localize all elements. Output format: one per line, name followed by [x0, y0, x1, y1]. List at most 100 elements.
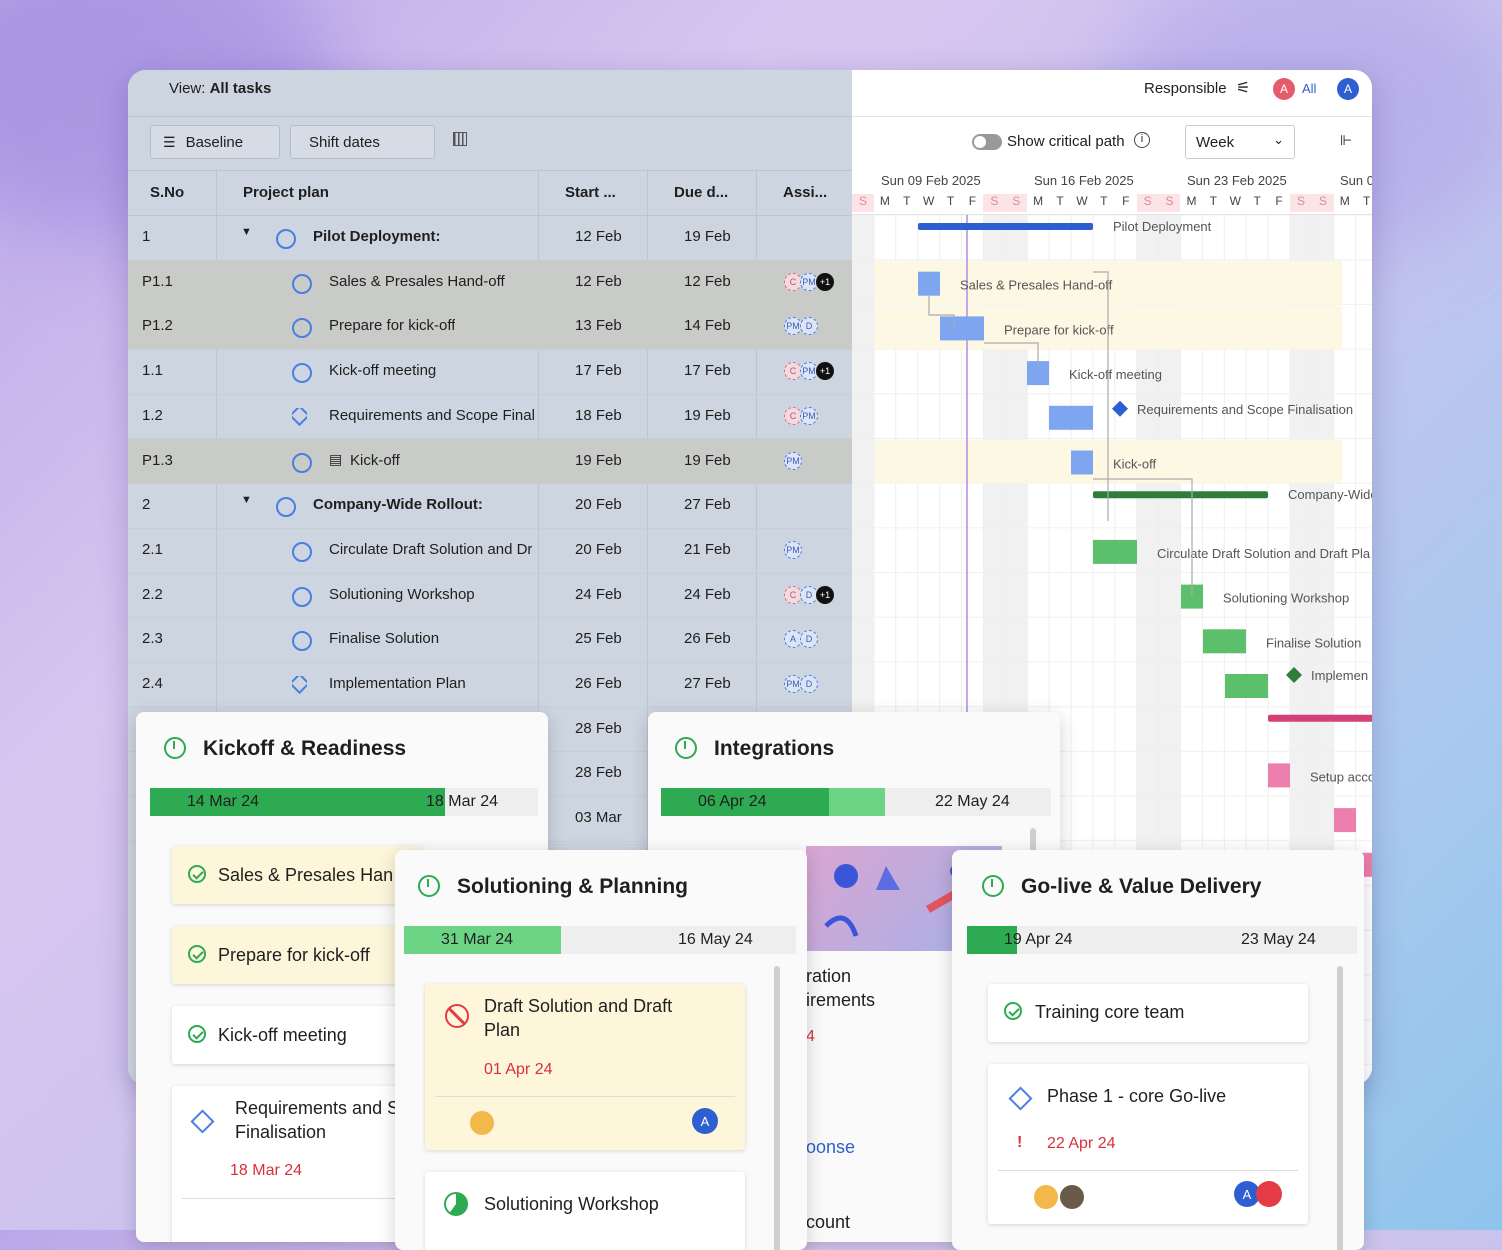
assignee-avatar[interactable]: +1: [816, 585, 834, 604]
row-name[interactable]: Kick-off: [350, 452, 400, 469]
row-start[interactable]: 19 Feb: [575, 452, 622, 469]
task-card[interactable]: Training core team: [988, 984, 1308, 1042]
assignee-avatar[interactable]: D: [800, 675, 818, 693]
task-bar[interactable]: [1203, 629, 1246, 654]
task-card[interactable]: Prepare for kick-off: [172, 926, 422, 984]
info-icon[interactable]: i: [1134, 132, 1150, 148]
row-start[interactable]: 28 Feb: [575, 720, 622, 737]
status-circle-icon[interactable]: [292, 273, 312, 295]
row-due[interactable]: 19 Feb: [684, 228, 731, 245]
shift-dates-button[interactable]: Shift dates: [290, 125, 435, 159]
milestone-icon[interactable]: [292, 407, 307, 426]
assignee-avatar[interactable]: D: [800, 630, 818, 649]
row-start[interactable]: 03 Mar: [575, 809, 622, 826]
row-start[interactable]: 13 Feb: [575, 317, 622, 334]
row-name[interactable]: Requirements and Scope Final: [329, 407, 535, 424]
row-due[interactable]: 27 Feb: [684, 496, 731, 513]
table-row[interactable]: 1.1 Kick-off meeting 17 Feb 17 Feb C PM +1: [128, 349, 852, 395]
task-bar[interactable]: [1334, 808, 1356, 833]
row-start[interactable]: 18 Feb: [575, 407, 622, 424]
row-start[interactable]: 17 Feb: [575, 362, 622, 379]
col-start[interactable]: Start ...: [565, 184, 616, 201]
task-bar[interactable]: [1071, 450, 1093, 475]
assignee-avatar[interactable]: D: [800, 317, 818, 336]
view-selector[interactable]: View: All tasks: [169, 80, 271, 97]
filter-sliders-icon[interactable]: ⚟: [1236, 78, 1250, 98]
assignee-avatar[interactable]: PM: [784, 451, 802, 470]
table-row[interactable]: P1.1 Sales & Presales Hand-off 12 Feb 12 Fe…: [128, 259, 852, 306]
row-due[interactable]: 26 Feb: [684, 630, 731, 647]
assignee-avatar[interactable]: PM: [800, 406, 818, 425]
table-row[interactable]: 2 ▼ Company-Wide Rollout: 20 Feb 27 Feb: [128, 483, 852, 529]
row-due[interactable]: 21 Feb: [684, 541, 731, 558]
table-row[interactable]: P1.2 Prepare for kick-off 13 Feb 14 Feb PM D: [128, 304, 852, 351]
row-name[interactable]: Implementation Plan: [329, 675, 466, 692]
task-card[interactable]: Solutioning Workshop: [425, 1172, 745, 1250]
collapse-icon[interactable]: ⊩: [1340, 132, 1352, 149]
status-circle-icon[interactable]: [292, 363, 312, 384]
responsible-filter[interactable]: Responsible: [1144, 80, 1227, 97]
row-due[interactable]: 12 Feb: [684, 273, 731, 290]
col-sno[interactable]: S.No: [150, 184, 184, 201]
table-row[interactable]: 2.1 Circulate Draft Solution and Dr 20 Feb…: [128, 528, 852, 574]
task-card[interactable]: Kick-off meeting: [172, 1006, 422, 1064]
col-assignee[interactable]: Assi...: [783, 184, 827, 201]
critical-path-toggle[interactable]: [972, 134, 1002, 150]
task-bar[interactable]: [1225, 674, 1268, 698]
row-start[interactable]: 12 Feb: [575, 228, 622, 245]
row-start[interactable]: 26 Feb: [575, 675, 622, 692]
table-row[interactable]: P1.3 ▤ Kick-off 19 Feb 19 Feb PM: [128, 438, 852, 485]
row-due[interactable]: 19 Feb: [684, 452, 731, 469]
row-due[interactable]: 17 Feb: [684, 362, 731, 379]
table-row[interactable]: 1.2 Requirements and Scope Final 18 Feb 19 …: [128, 394, 852, 440]
status-circle-icon[interactable]: [292, 586, 312, 608]
summary-bar[interactable]: [918, 223, 1093, 230]
row-name[interactable]: Finalise Solution: [329, 630, 439, 647]
task-card[interactable]: Requirements and S Finalisation 18 Mar 2…: [172, 1086, 422, 1242]
table-row[interactable]: 1 ▼ Pilot Deployment: 12 Feb 19 Feb: [128, 215, 852, 261]
row-due[interactable]: 27 Feb: [684, 675, 731, 692]
scrollbar[interactable]: [774, 966, 780, 1250]
row-start[interactable]: 24 Feb: [575, 586, 622, 603]
row-name[interactable]: Circulate Draft Solution and Dr: [329, 541, 532, 558]
row-due[interactable]: 14 Feb: [684, 317, 731, 334]
col-plan[interactable]: Project plan: [243, 184, 329, 201]
task-bar[interactable]: [940, 316, 984, 341]
task-bar[interactable]: [1093, 539, 1137, 564]
task-bar[interactable]: [1049, 405, 1093, 430]
status-circle-icon[interactable]: [276, 229, 296, 250]
assignee-avatar[interactable]: +1: [816, 272, 834, 291]
summary-bar[interactable]: [1268, 714, 1372, 722]
row-name[interactable]: Solutioning Workshop: [329, 586, 475, 603]
collapse-arrow-icon[interactable]: ▼: [241, 226, 252, 238]
all-filter[interactable]: All: [1302, 81, 1316, 96]
row-start[interactable]: 25 Feb: [575, 630, 622, 647]
task-bar[interactable]: [1268, 763, 1290, 788]
scale-select[interactable]: Week ⌄: [1185, 125, 1295, 159]
columns-icon[interactable]: [453, 132, 467, 146]
status-circle-icon[interactable]: [276, 497, 296, 518]
task-card[interactable]: Sales & Presales Han: [172, 846, 422, 904]
task-card[interactable]: Phase 1 - core Go-live ! 22 Apr 24 A: [988, 1064, 1308, 1224]
baseline-button[interactable]: ☰ Baseline: [150, 125, 280, 159]
collapse-arrow-icon[interactable]: ▼: [241, 494, 252, 506]
col-due[interactable]: Due d...: [674, 184, 728, 201]
row-start[interactable]: 28 Feb: [575, 764, 622, 781]
assignee-avatar[interactable]: +1: [816, 362, 834, 381]
row-start[interactable]: 12 Feb: [575, 273, 622, 290]
assignee-avatar[interactable]: PM: [784, 540, 802, 559]
milestone-icon[interactable]: [292, 676, 307, 694]
summary-bar[interactable]: [1093, 491, 1268, 499]
task-bar[interactable]: [918, 271, 940, 296]
row-name[interactable]: Pilot Deployment:: [313, 228, 441, 245]
task-card[interactable]: Draft Solution and Draft Plan 01 Apr 24 …: [425, 984, 745, 1150]
status-circle-icon[interactable]: [292, 631, 312, 652]
row-name[interactable]: Prepare for kick-off: [329, 317, 455, 334]
table-row[interactable]: 2.3 Finalise Solution 25 Feb 26 Feb A D: [128, 617, 852, 663]
table-row[interactable]: 2.2 Solutioning Workshop 24 Feb 24 Feb C D +1: [128, 573, 852, 619]
avatar[interactable]: A: [1337, 78, 1359, 100]
avatar[interactable]: A: [1273, 78, 1295, 100]
row-start[interactable]: 20 Feb: [575, 496, 622, 513]
status-circle-icon[interactable]: [292, 541, 312, 563]
row-name[interactable]: Company-Wide Rollout:: [313, 496, 483, 513]
